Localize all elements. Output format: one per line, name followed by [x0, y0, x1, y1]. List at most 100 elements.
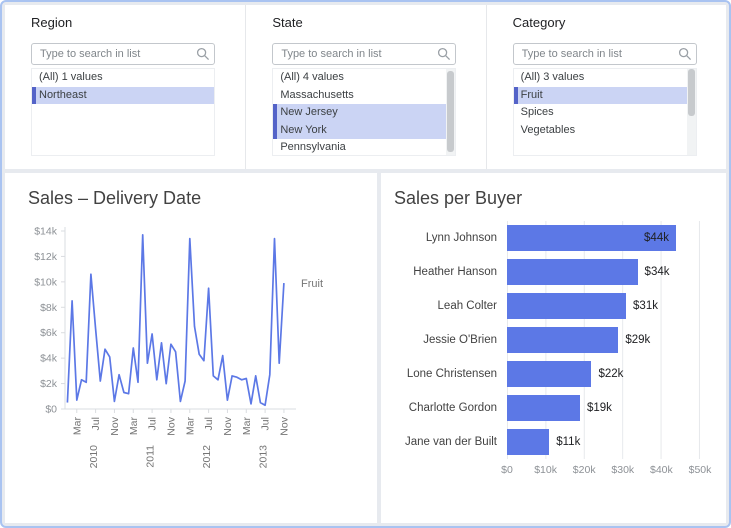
search-input[interactable] [272, 43, 456, 65]
svg-text:$10k: $10k [34, 276, 58, 288]
filter-card: Region (All) 1 valuesNortheast State [5, 5, 726, 169]
svg-text:2010: 2010 [88, 445, 100, 469]
bar-x-axis: $0$10k$20k$30k$40k$50k [393, 459, 700, 479]
line-chart-title: Sales – Delivery Date [5, 173, 377, 209]
bar-value-label: $19k [587, 402, 612, 414]
x-axis-tick-label: $0 [501, 464, 513, 476]
filter-region: Region (All) 1 valuesNortheast [5, 5, 245, 169]
bar-track: $34k [507, 255, 700, 289]
svg-text:$4k: $4k [40, 353, 58, 365]
filter-list-item[interactable]: New Jersey [273, 104, 455, 122]
bar-row: Charlotte Gordon$19k [393, 391, 700, 425]
filter-title: Region [31, 15, 245, 30]
filter-list: (All) 1 valuesNortheast [31, 68, 215, 156]
sales-per-buyer-bar-chart: Lynn Johnson $44k Heather Hanson $34k Leah C… [393, 221, 700, 479]
svg-text:$12k: $12k [34, 251, 58, 263]
filter-list-item[interactable]: Massachusetts [273, 87, 455, 105]
bar-track: $44k [507, 221, 700, 255]
filter-title: State [272, 15, 485, 30]
bar-category-label: Jane van der Built [393, 436, 507, 448]
bar-value-label: $44k [644, 232, 669, 244]
svg-text:Nov: Nov [165, 416, 177, 435]
x-axis-tick-label: $30k [611, 464, 634, 476]
svg-text:Jul: Jul [90, 417, 102, 430]
svg-text:Mar: Mar [184, 417, 196, 436]
svg-text:2011: 2011 [144, 445, 156, 468]
filter-list-item[interactable]: Vegetables [514, 122, 696, 140]
list-scrollbar[interactable] [687, 69, 696, 155]
bar-value-label: $29k [625, 334, 650, 346]
series-end-label: Fruit [301, 278, 323, 290]
list-scrollbar[interactable] [446, 69, 455, 155]
panel-sales-delivery-date: Sales – Delivery Date $0$2k$4k$6k$8k$10k… [5, 173, 377, 523]
scrollbar-thumb[interactable] [688, 69, 695, 116]
charts-row: Sales – Delivery Date $0$2k$4k$6k$8k$10k… [5, 173, 726, 523]
filter-title: Category [513, 15, 726, 30]
bar-row: Leah Colter $31k [393, 289, 700, 323]
filter-list: (All) 4 valuesMassachusettsNew JerseyNew… [272, 68, 456, 156]
bar-track: $22k [507, 357, 700, 391]
search-icon [437, 47, 451, 61]
svg-text:Jul: Jul [203, 417, 215, 430]
dashboard: Region (All) 1 valuesNortheast State [0, 0, 731, 528]
bar-category-label: Lone Christensen [393, 368, 507, 380]
bar-track: $19k [507, 391, 700, 425]
svg-text:$2k: $2k [40, 378, 58, 390]
panel-sales-per-buyer: Sales per Buyer Lynn Johnson$44kHeather … [381, 173, 726, 523]
bar[interactable] [507, 429, 549, 455]
bar-row: Heather Hanson $34k [393, 255, 700, 289]
bar-value-label: $31k [633, 300, 658, 312]
fruit-series-line [67, 235, 284, 405]
filter-list-item[interactable]: (All) 4 values [273, 69, 455, 87]
x-axis-tick-label: $10k [534, 464, 557, 476]
bar[interactable] [507, 293, 626, 319]
bar-category-label: Lynn Johnson [393, 232, 507, 244]
bar-track: $29k [507, 323, 700, 357]
bar-track: $11k [507, 425, 700, 459]
delivery-date-line-chart[interactable]: $0$2k$4k$6k$8k$10k$12k$14kMarJulNovMarJu… [9, 219, 369, 481]
bar-row: Jane van der Built $11k [393, 425, 700, 459]
bar[interactable] [507, 259, 638, 285]
svg-text:Mar: Mar [241, 417, 253, 436]
filter-list-item[interactable]: New York [273, 122, 455, 140]
bar[interactable] [507, 361, 591, 387]
bar-rows: Lynn Johnson $44k Heather Hanson $34k Leah C… [393, 221, 700, 459]
search-box [31, 43, 215, 65]
scrollbar-thumb[interactable] [447, 71, 454, 152]
bar-value-label: $34k [645, 266, 670, 278]
svg-text:Jul: Jul [260, 417, 272, 430]
filter-list-item[interactable]: Spices [514, 104, 696, 122]
svg-text:Mar: Mar [71, 417, 83, 436]
svg-text:$0: $0 [45, 404, 57, 416]
bar-value-label: $11k [556, 436, 580, 448]
filter-list-item[interactable]: (All) 3 values [514, 69, 696, 87]
svg-text:Nov: Nov [222, 416, 234, 435]
bar-row: Lynn Johnson $44k [393, 221, 700, 255]
svg-text:Jul: Jul [147, 417, 159, 430]
bar-category-label: Heather Hanson [393, 266, 507, 278]
filter-list: (All) 3 valuesFruitSpicesVegetables [513, 68, 697, 156]
svg-text:$6k: $6k [40, 327, 58, 339]
x-axis-tick-label: $40k [650, 464, 673, 476]
filter-list-item[interactable]: Northeast [32, 87, 214, 105]
bar-row: Jessie O'Brien$29k [393, 323, 700, 357]
x-axis-tick-label: $50k [689, 464, 712, 476]
bar-category-label: Leah Colter [393, 300, 507, 312]
svg-text:Nov: Nov [109, 416, 121, 435]
search-box [513, 43, 697, 65]
search-input[interactable] [31, 43, 215, 65]
filter-list-item[interactable]: (All) 1 values [32, 69, 214, 87]
svg-text:$14k: $14k [34, 226, 58, 238]
search-icon [196, 47, 210, 61]
filter-category: Category (All) 3 valuesFruitSpicesVegeta… [486, 5, 726, 169]
bar-track: $31k [507, 289, 700, 323]
search-icon [678, 47, 692, 61]
svg-text:2012: 2012 [201, 445, 213, 469]
filter-list-item[interactable]: Fruit [514, 87, 696, 105]
filter-list-item[interactable]: Pennsylvania [273, 139, 455, 156]
bar[interactable] [507, 395, 580, 421]
bar[interactable] [507, 327, 618, 353]
svg-text:Nov: Nov [278, 416, 290, 435]
x-axis-tick-label: $20k [573, 464, 596, 476]
search-input[interactable] [513, 43, 697, 65]
